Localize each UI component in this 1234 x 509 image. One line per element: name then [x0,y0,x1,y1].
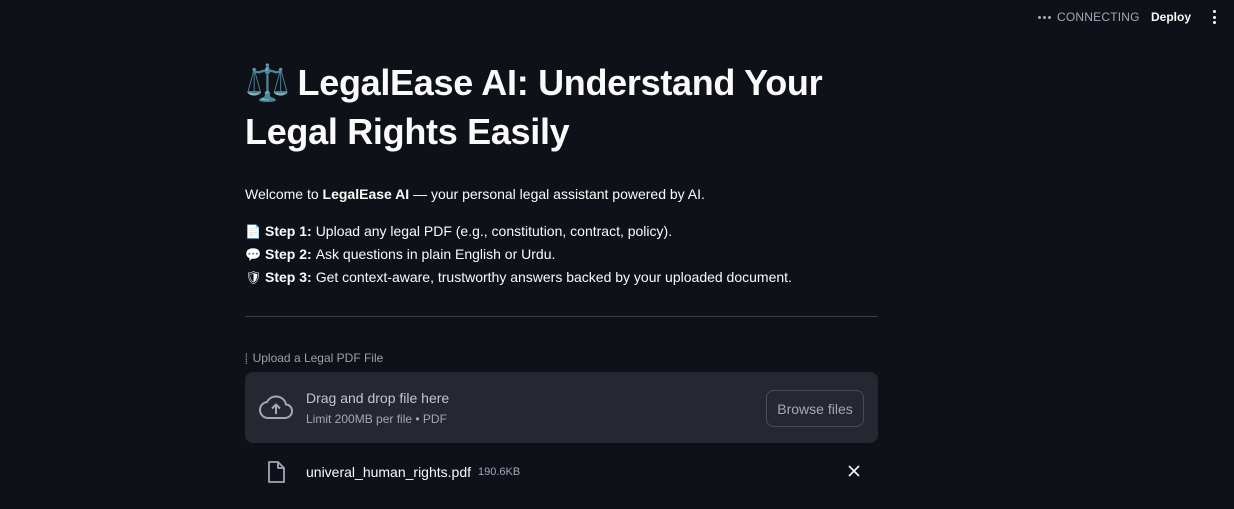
dropzone-subtitle: Limit 200MB per file • PDF [306,412,447,426]
document-icon: 📄 [245,224,262,239]
steps-list: 📄 Step 1: Upload any legal PDF (e.g., co… [245,220,878,289]
main-content: ⚖️ LegalEase AI: Understand Your Legal Ri… [245,58,878,489]
uploader-label: ⸽ Upload a Legal PDF File [245,351,878,365]
cloud-upload-icon [259,395,293,419]
kebab-menu-icon[interactable] [1210,10,1218,24]
file-icon [268,461,285,483]
connection-status: CONNECTING [1038,10,1140,24]
status-dots-icon [1038,15,1051,19]
close-icon[interactable] [848,465,860,477]
step-1: 📄 Step 1: Upload any legal PDF (e.g., co… [245,220,878,243]
step-2-text: Ask questions in plain English or Urdu. [315,246,556,262]
status-text: CONNECTING [1057,10,1140,24]
step-3-label: Step 3: [265,269,312,285]
step-2: 💬 Step 2: Ask questions in plain English… [245,243,878,266]
page-title-text: LegalEase AI: Understand Your Legal Righ… [245,62,823,152]
step-3-text: Get context-aware, trustworthy answers b… [315,269,792,285]
welcome-brand: LegalEase AI [322,186,410,202]
welcome-prefix: Welcome to [245,186,323,202]
welcome-text: Welcome to LegalEase AI — your personal … [245,184,878,204]
uploaded-file-row: univeral_human_rights.pdf 190.6KB [245,459,878,489]
file-name: univeral_human_rights.pdf [306,464,471,480]
file-dropzone[interactable]: Drag and drop file here Limit 200MB per … [245,372,878,443]
deploy-button[interactable]: Deploy [1151,10,1191,24]
step-3: 🛡 Step 3: Get context-aware, trustworthy… [245,266,878,289]
top-bar: CONNECTING Deploy [0,0,1234,34]
step-1-text: Upload any legal PDF (e.g., constitution… [315,223,673,239]
page-title: ⚖️ LegalEase AI: Understand Your Legal Ri… [245,58,878,156]
welcome-suffix: — your personal legal assistant powered … [409,186,705,202]
divider [245,316,878,317]
scales-icon: ⚖️ [245,62,290,103]
step-1-label: Step 1: [265,223,312,239]
step-2-label: Step 2: [265,246,312,262]
paperclip-icon: ⸽ [245,354,248,365]
uploader-label-text: Upload a Legal PDF File [252,351,384,365]
speech-bubble-icon: 💬 [245,247,262,262]
dropzone-text: Drag and drop file here Limit 200MB per … [306,389,449,426]
file-size: 190.6KB [478,466,521,478]
dropzone-title: Drag and drop file here [306,390,450,406]
shield-icon: 🛡 [245,270,262,285]
browse-files-button[interactable]: Browse files [766,390,864,427]
